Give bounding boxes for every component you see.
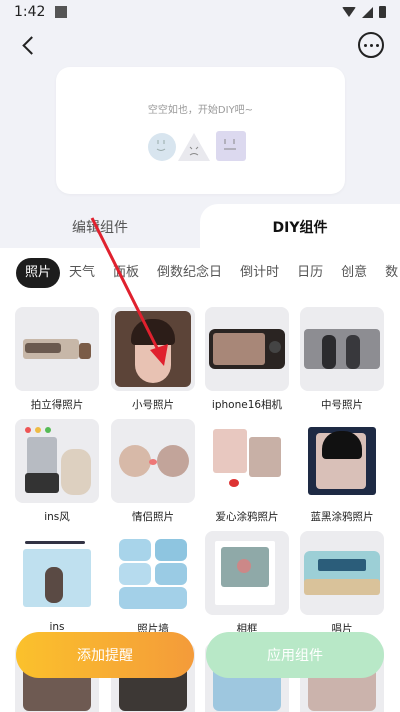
arrowhead-icon <box>150 344 168 366</box>
annotation-arrow <box>90 217 168 366</box>
